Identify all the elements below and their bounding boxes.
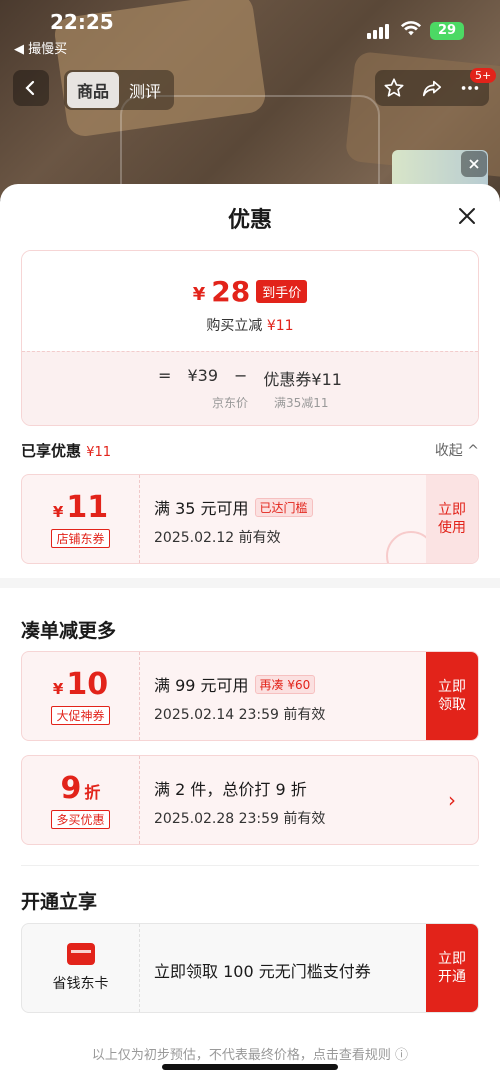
star-icon[interactable] (383, 77, 405, 99)
price-formula: = ¥39 − 优惠券¥11 (22, 366, 478, 390)
claim-now-button[interactable]: 立即 领取 (426, 652, 478, 740)
coupon-type-tag: 店铺东券 (51, 529, 110, 548)
close-icon (469, 159, 479, 169)
coupon-condition: 满 35 元可用 (154, 499, 249, 518)
coupon-currency: ¥ (52, 680, 64, 698)
coupon-expiry: 2025.02.14 23:59 前有效 (154, 707, 326, 723)
instant-discount-label: 购买立减 (206, 318, 263, 334)
share-icon[interactable] (421, 77, 443, 99)
multi-buy-discount-card[interactable]: 9 折 多买优惠 满 2 件，总价打 9 折 2025.02.28 23:59 … (21, 755, 479, 845)
coupon-amount: 11 (66, 490, 109, 525)
close-icon[interactable] (455, 204, 479, 228)
tab-review[interactable]: 测评 (119, 72, 171, 108)
coupon-type-tag: 大促神券 (51, 706, 110, 725)
original-price: ¥39 (187, 366, 218, 385)
promo-coupon-card[interactable]: ¥ 10 大促神券 满 99 元可用 再凑 ¥60 2025.02.14 23:… (21, 651, 479, 741)
tab-product[interactable]: 商品 (67, 72, 120, 108)
savings-card-offer[interactable]: 省钱东卡 立即领取 100 元无门槛支付券 立即 开通 (21, 923, 479, 1013)
final-price: 28 (211, 275, 251, 308)
coupon-discount-label: 满35减11 (274, 396, 329, 410)
enjoyed-discount-text: 已享优惠 (21, 442, 82, 460)
status-time: 22:25 (50, 10, 114, 34)
signal-icon (367, 24, 389, 39)
price-summary-card: ¥ 28 到手价 购买立减 ¥11 = ¥39 − 优惠券¥11 京东价 满35… (21, 250, 479, 426)
discount-rate: 9 (60, 771, 82, 806)
discount-expiry: 2025.02.28 23:59 前有效 (154, 811, 326, 827)
store-coupon-card[interactable]: ¥ 11 店铺东券 满 35 元可用 已达门槛 2025.02.12 前有效 立… (21, 474, 479, 564)
coupon-currency: ¥ (52, 503, 64, 521)
section-separator (21, 865, 479, 866)
floating-close-button[interactable] (461, 151, 487, 177)
status-bar: 22:25 ◀ 撮慢买 29 (0, 0, 500, 57)
threshold-reached-badge: 已达门槛 (254, 497, 313, 517)
card-icon (66, 943, 95, 965)
discount-condition: 满 2 件，总价打 9 折 (154, 780, 307, 799)
savings-card-label: 省钱东卡 (52, 976, 109, 992)
disclaimer-rules-link[interactable]: 以上仅为初步预估，不代表最终价格，点击查看规则 ⓘ (0, 1044, 500, 1063)
enjoyed-discount-label: 已享优惠 ¥11 (21, 442, 111, 460)
product-tabs: 商品 测评 (64, 70, 175, 110)
coupon-expiry: 2025.02.12 前有效 (154, 530, 281, 546)
back-to-app-link[interactable]: ◀ 撮慢买 (14, 38, 67, 57)
message-badge: 5+ (470, 68, 497, 83)
currency-symbol: ¥ (192, 284, 206, 305)
collapse-button[interactable]: 收起 ^ (435, 440, 479, 460)
open-enjoy-title: 开通立享 (21, 891, 98, 913)
discount-sheet: 优惠 ¥ 28 到手价 购买立减 ¥11 = ¥39 − 优惠券¥11 京东价 … (0, 184, 500, 1081)
chevron-right-icon[interactable]: › (426, 756, 478, 844)
enjoyed-discount-amount: ¥11 (86, 445, 112, 460)
wifi-icon (400, 21, 422, 36)
need-more-badge: 再凑 ¥60 (254, 674, 316, 694)
chevron-left-icon (25, 80, 35, 96)
use-now-button[interactable]: 立即 使用 (426, 475, 478, 563)
coupon-type-tag: 多买优惠 (51, 810, 110, 829)
battery-indicator: 29 (430, 22, 464, 40)
coupon-discount: 优惠券¥11 (263, 370, 342, 389)
enjoyed-discount-row: 已享优惠 ¥11 收起 ^ (21, 440, 479, 460)
formula-equals: = (158, 366, 172, 385)
back-button[interactable] (13, 70, 49, 106)
card-offer-text: 立即领取 100 元无门槛支付券 (154, 962, 371, 981)
discount-unit: 折 (84, 783, 101, 802)
instant-discount: 购买立减 ¥11 (22, 315, 478, 335)
section-divider (0, 578, 500, 588)
home-indicator (162, 1064, 338, 1070)
open-now-button[interactable]: 立即 开通 (426, 924, 478, 1012)
formula-minus: − (234, 366, 248, 385)
sheet-title: 优惠 (227, 208, 272, 233)
coupon-condition: 满 99 元可用 (154, 676, 249, 695)
more-discount-title: 凑单减更多 (21, 620, 117, 642)
coupon-amount: 10 (66, 667, 109, 702)
original-price-label: 京东价 (212, 396, 249, 410)
final-price-tag: 到手价 (256, 280, 308, 303)
instant-discount-amount: ¥11 (266, 318, 294, 334)
